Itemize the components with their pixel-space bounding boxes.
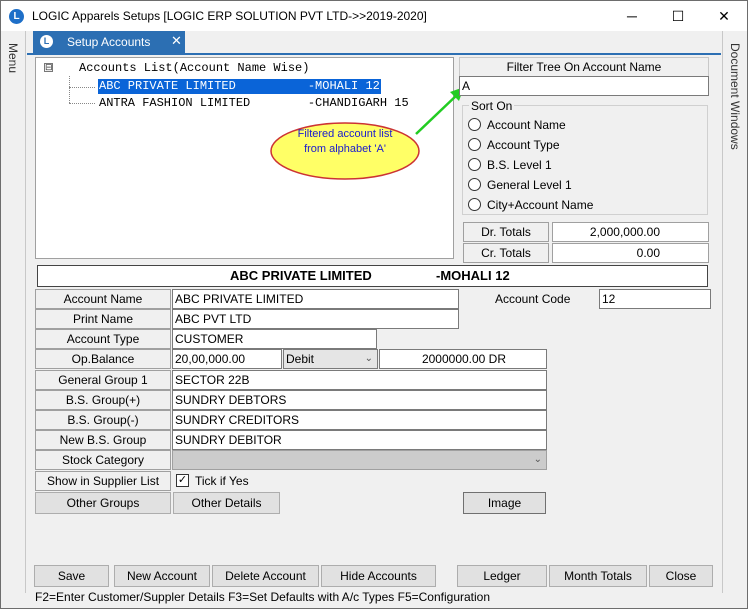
close-button[interactable]: Close: [649, 565, 713, 587]
dr-totals-value: 2,000,000.00: [552, 222, 709, 242]
ledger-button[interactable]: Ledger: [457, 565, 547, 587]
stock-category-label: Stock Category: [35, 450, 171, 470]
cr-totals-value: 0.00: [552, 243, 709, 263]
tab-setup-accounts[interactable]: L Setup Accounts ✕: [33, 31, 185, 53]
account-name-input[interactable]: ABC PRIVATE LIMITED: [172, 289, 459, 309]
filter-tree-header: Filter Tree On Account Name: [459, 57, 709, 77]
new-account-button[interactable]: New Account: [114, 565, 210, 587]
bs-group-plus-label: B.S. Group(+): [35, 390, 171, 410]
banner-account-name: ABC PRIVATE LIMITED: [230, 268, 372, 283]
account-code-label: Account Code: [495, 292, 571, 306]
sort-option-city-account-name[interactable]: City+Account Name: [468, 197, 593, 213]
callout-text: Filtered account list from alphabet 'A': [297, 128, 393, 155]
tree-item-antra-fashion-limited[interactable]: ANTRA FASHION LIMITED -CHANDIGARH 15: [98, 96, 410, 111]
tick-if-yes-label: Tick if Yes: [195, 473, 249, 488]
tick-if-yes-checkbox-row[interactable]: ✓ Tick if Yes: [176, 473, 249, 488]
cr-totals-label: Cr. Totals: [463, 243, 549, 263]
print-name-label: Print Name: [35, 309, 171, 329]
delete-account-button[interactable]: Delete Account: [212, 565, 319, 587]
chevron-down-icon: ⌄: [533, 454, 542, 465]
sort-option-account-type[interactable]: Account Type: [468, 137, 560, 153]
title-bar: L LOGIC Apparels Setups [LOGIC ERP SOLUT…: [1, 1, 747, 31]
dr-totals-label: Dr. Totals: [463, 222, 549, 242]
op-balance-type-value: Debit: [286, 352, 315, 366]
chevron-down-icon: ⌄: [364, 353, 373, 364]
window-title: LOGIC Apparels Setups [LOGIC ERP SOLUTIO…: [32, 9, 427, 23]
minimize-button[interactable]: ─: [609, 1, 655, 31]
checkbox-checked-icon[interactable]: ✓: [176, 474, 189, 488]
tree-connector: [69, 76, 70, 103]
banner-location: -MOHALI 12: [436, 268, 510, 283]
menu-rail-label: Menu: [6, 43, 20, 74]
tab-logo-icon: L: [40, 35, 53, 48]
close-window-button[interactable]: ✕: [701, 1, 747, 31]
stock-category-select: ⌄: [172, 450, 547, 470]
op-balance-display: 2000000.00 DR: [379, 349, 547, 369]
collapse-toggle-icon[interactable]: ⊟: [44, 63, 53, 72]
sort-option-general-level-1[interactable]: General Level 1: [468, 177, 572, 193]
image-button[interactable]: Image: [463, 492, 546, 514]
general-group-input[interactable]: SECTOR 22B: [172, 370, 547, 390]
account-header-banner: ABC PRIVATE LIMITED -MOHALI 12: [37, 265, 708, 287]
tab-close-icon[interactable]: ✕: [171, 33, 182, 49]
save-button[interactable]: Save: [34, 565, 109, 587]
general-group-label: General Group 1: [35, 370, 171, 390]
account-type-label: Account Type: [35, 329, 171, 349]
document-windows-label: Document Windows: [728, 43, 742, 150]
tab-strip: L Setup Accounts ✕: [27, 31, 721, 53]
new-bs-group-label: New B.S. Group: [35, 430, 171, 450]
op-balance-label: Op.Balance: [35, 349, 171, 369]
radio-icon[interactable]: [468, 178, 481, 192]
hide-accounts-button[interactable]: Hide Accounts: [321, 565, 436, 587]
other-details-button[interactable]: Other Details: [173, 492, 280, 514]
bs-group-minus-label: B.S. Group(-): [35, 410, 171, 430]
tree-root-label[interactable]: Accounts List(Account Name Wise): [79, 61, 309, 75]
radio-icon[interactable]: [468, 198, 481, 212]
radio-icon[interactable]: [468, 138, 481, 152]
maximize-button[interactable]: ☐: [655, 1, 701, 31]
tree-connector: [69, 103, 95, 104]
tree-item-abc-private-limited[interactable]: ABC PRIVATE LIMITED -MOHALI 12: [98, 79, 381, 94]
account-name-label: Account Name: [35, 289, 171, 309]
radio-icon[interactable]: [468, 118, 481, 132]
month-totals-button[interactable]: Month Totals: [549, 565, 647, 587]
radio-icon[interactable]: [468, 158, 481, 172]
account-code-input[interactable]: 12: [599, 289, 711, 309]
document-windows-rail[interactable]: Document Windows: [722, 31, 747, 593]
op-balance-type-select[interactable]: Debit ⌄: [283, 349, 378, 369]
tab-label: Setup Accounts: [67, 35, 151, 49]
print-name-input[interactable]: ABC PVT LTD: [172, 309, 459, 329]
filter-account-name-input[interactable]: A: [459, 76, 709, 96]
account-type-input[interactable]: CUSTOMER: [172, 329, 377, 349]
status-bar: F2=Enter Customer/Suppler Details F3=Set…: [35, 590, 491, 604]
app-logo-icon: L: [9, 9, 24, 24]
sort-on-legend: Sort On: [469, 99, 515, 113]
new-bs-group-input[interactable]: SUNDRY DEBITOR: [172, 430, 547, 450]
show-in-supplier-list-label: Show in Supplier List: [35, 471, 171, 491]
bs-group-plus-input[interactable]: SUNDRY DEBTORS: [172, 390, 547, 410]
sort-option-bs-level-1[interactable]: B.S. Level 1: [468, 157, 552, 173]
bs-group-minus-input[interactable]: SUNDRY CREDITORS: [172, 410, 547, 430]
op-balance-input[interactable]: 20,00,000.00: [172, 349, 282, 369]
sort-option-account-name[interactable]: Account Name: [468, 117, 566, 133]
menu-rail[interactable]: Menu: [1, 31, 26, 593]
tree-connector: [69, 87, 95, 88]
other-groups-button[interactable]: Other Groups: [35, 492, 171, 514]
